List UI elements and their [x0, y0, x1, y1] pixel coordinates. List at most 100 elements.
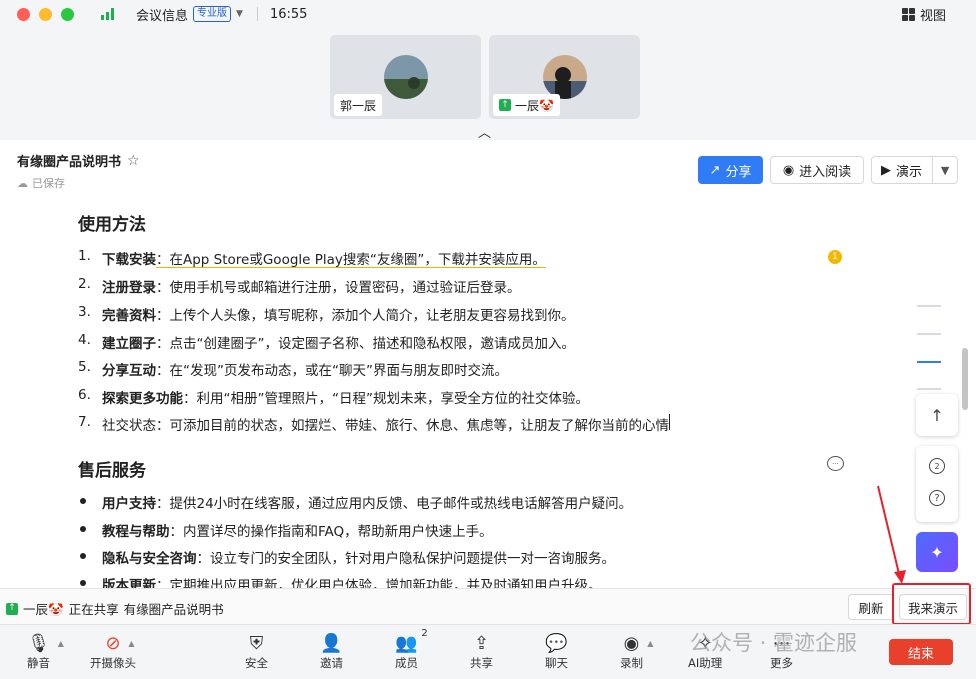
present-button-group: ▶ 演示 ▼	[871, 156, 958, 184]
video-strip: 郭一辰 ↑ 一辰🤡 ︿	[0, 28, 976, 141]
list-item: 版本更新 ：定期推出应用更新，优化用户体验，增加新功能，并及时通知用户升级。	[78, 574, 602, 588]
outline-marker-active[interactable]	[917, 361, 941, 363]
outline-marker[interactable]	[917, 305, 941, 307]
participant-name: ↑ 一辰🤡	[493, 94, 560, 116]
members-button[interactable]: 👥 2 成员	[395, 628, 428, 671]
grid-view-icon	[901, 8, 915, 21]
member-count: 2	[421, 628, 428, 639]
pro-badge: 专业版	[193, 6, 232, 22]
list-item: 3. 完善资料 ：上传个人头像，填写昵称，添加个人简介，让老朋友更容易找到你。	[78, 304, 575, 324]
list-item: 教程与帮助 ：内置详尽的操作指南和FAQ，帮助新用户快速上手。	[78, 520, 493, 540]
sharing-label: 正在共享	[68, 602, 119, 617]
present-button[interactable]: ▶ 演示	[872, 157, 934, 183]
camera-button[interactable]: ⊘ ▲ 开摄像头	[90, 631, 136, 671]
play-icon: ▶	[881, 162, 891, 178]
list-item: 隐私与安全咨询 ：设立专门的安全团队，针对用户隐私保护问题提供一对一咨询服务。	[78, 547, 615, 567]
watermark: 公众号 · 霍迹企服	[690, 631, 858, 655]
ai-assistant-button[interactable]: ✦	[916, 532, 958, 572]
mute-button[interactable]: 🎙 ▲ 静音	[27, 631, 64, 671]
outline-marker[interactable]	[917, 388, 941, 390]
network-signal-icon	[101, 8, 114, 20]
end-meeting-button[interactable]: 结束	[889, 639, 953, 665]
shared-doc-name: 有缘圈产品说明书	[123, 602, 224, 617]
external-share-icon: ↗	[709, 162, 721, 178]
back-to-top-button[interactable]: ↑	[916, 394, 958, 436]
bullet	[80, 498, 86, 504]
chevron-down-icon: ▼	[236, 9, 243, 19]
sharing-status-bar: ↑ 一辰🤡 正在共享 有缘圈产品说明书 刷新 我来演示	[0, 588, 976, 624]
reading-mode-button[interactable]: ◉ 进入阅读	[770, 156, 864, 184]
text-cursor	[669, 414, 670, 430]
share-screen-button[interactable]: ⇪ 共享	[470, 631, 493, 671]
section-heading: 使用方法	[78, 215, 146, 235]
add-user-icon: 👤	[320, 632, 343, 654]
microphone-icon: 🎙	[27, 632, 50, 654]
section-heading: 售后服务	[78, 461, 146, 481]
view-label: 视图	[919, 9, 946, 24]
meeting-info-button[interactable]: 会议信息 专业版 ▼	[136, 5, 243, 24]
security-button[interactable]: ⛨ 安全	[245, 631, 268, 671]
save-status: ☁ 已保存	[17, 176, 65, 191]
star-icon[interactable]: ☆	[127, 153, 140, 169]
document-header: 有缘圈产品说明书 ☆ ☁ 已保存 ↗ 分享 ◉ 进入阅读 ▶ 演示 ▼	[0, 140, 976, 198]
invite-button[interactable]: 👤 邀请	[320, 631, 343, 671]
arrow-up-icon: ↑	[930, 405, 944, 425]
list-item: 5. 分享互动 ：在“发现”页发布动态，或在“聊天”界面与朋友即时交流。	[78, 359, 508, 379]
video-tile-guo[interactable]: 郭一辰	[330, 35, 481, 119]
comments-icon[interactable]: 2	[929, 458, 945, 474]
chat-icon: 💬	[545, 632, 568, 654]
magic-wand-icon: ✦	[930, 542, 944, 562]
chevron-up-icon[interactable]: ▲	[647, 639, 653, 648]
avatar	[543, 55, 587, 99]
add-comment-icon[interactable]: ···	[827, 456, 844, 471]
minimize-window-button[interactable]	[39, 7, 52, 21]
chat-button[interactable]: 💬 聊天	[545, 631, 568, 671]
present-options-chevron-icon[interactable]: ▼	[933, 164, 957, 177]
eye-icon: ◉	[782, 162, 795, 178]
vertical-scrollbar[interactable]	[962, 348, 968, 410]
list-item: 2. 注册登录 ：使用手机号或邮箱进行注册，设置密码，通过验证后登录。	[78, 276, 521, 296]
title-bar: 会议信息 专业版 ▼ 16:55 视图	[0, 0, 976, 28]
annotation-arrow-icon	[877, 485, 906, 584]
users-icon: 👥	[395, 632, 418, 654]
help-icon[interactable]: ?	[929, 490, 945, 506]
list-item: 6. 探索更多功能 ：利用“相册”管理照片，“日程”规划未来，享受全方位的社交体…	[78, 387, 589, 407]
bullet	[80, 580, 86, 586]
list-item: 用户支持 ：提供24小时在线客服，通过应用内反馈、电子邮件或热线电话解答用户疑问…	[78, 492, 632, 512]
video-tile-yichen[interactable]: ↑ 一辰🤡	[489, 35, 640, 119]
document-title: 有缘圈产品说明书 ☆	[17, 152, 140, 171]
comment-count-badge[interactable]: 1	[828, 250, 842, 264]
meeting-clock: 16:55	[269, 6, 308, 22]
participant-name: 郭一辰	[334, 94, 383, 116]
share-up-icon: ⇪	[473, 632, 490, 654]
annotation-highlight-box	[892, 583, 971, 625]
refresh-button[interactable]: 刷新	[848, 594, 894, 620]
chevron-up-icon[interactable]: ▲	[128, 639, 134, 648]
bullet	[80, 526, 86, 532]
sharer-name: 一辰🤡	[23, 602, 64, 617]
window-controls	[17, 7, 74, 21]
outline-marker[interactable]	[917, 333, 941, 335]
side-tool-group: 2 ?	[916, 446, 958, 522]
screen-share-icon: ↑	[6, 602, 18, 615]
document-body[interactable]: 使用方法 1. 下载安装 ：在App Store或Google Play搜索“友…	[0, 198, 976, 588]
screen-share-icon: ↑	[499, 99, 511, 111]
shield-icon: ⛨	[249, 632, 264, 654]
chevron-up-icon[interactable]: ▲	[58, 639, 64, 648]
camera-off-icon: ⊘	[105, 632, 121, 654]
meeting-toolbar: 🎙 ▲ 静音 ⊘ ▲ 开摄像头 ⛨ 安全 👤 邀请 👥 2 成员 ⇪ 共享 💬 聊天 …	[0, 624, 976, 679]
meeting-info-label: 会议信息	[136, 8, 189, 24]
share-button[interactable]: ↗ 分享	[698, 156, 763, 184]
collapse-video-icon[interactable]: ︿	[478, 122, 491, 141]
divider	[256, 7, 258, 21]
record-button[interactable]: ◉ ▲ 录制	[620, 631, 653, 671]
view-button[interactable]: 视图	[901, 5, 946, 24]
avatar	[384, 55, 428, 99]
list-item: 1. 下载安装 ：在App Store或Google Play搜索“友缘圈”，下…	[78, 248, 546, 268]
close-window-button[interactable]	[17, 7, 30, 21]
bullet	[80, 553, 86, 559]
maximize-window-button[interactable]	[61, 7, 74, 21]
list-item: 7. 社交状态：可添加目前的状态，如摆烂、带娃、旅行、休息、焦虑等，让朋友了解你…	[78, 414, 670, 434]
record-icon: ◉	[623, 632, 640, 654]
sharing-status: ↑ 一辰🤡 正在共享 有缘圈产品说明书	[6, 599, 224, 618]
